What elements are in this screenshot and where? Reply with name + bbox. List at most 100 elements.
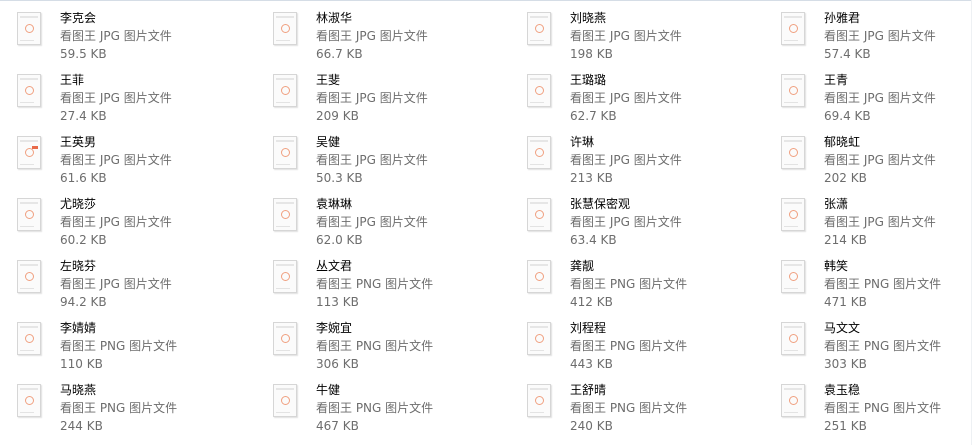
- window-top-border: [0, 0, 972, 1]
- file-name: 马晓燕: [60, 383, 97, 397]
- file-name: 王菲: [60, 73, 85, 87]
- file-size: 66.7 KB: [316, 47, 363, 61]
- file-item[interactable]: 张慧保密观 看图王 JPG 图片文件 63.4 KB: [510, 194, 764, 256]
- file-type: 看图王 JPG 图片文件: [570, 153, 682, 167]
- file-item[interactable]: 王斐 看图王 JPG 图片文件 209 KB: [256, 70, 510, 132]
- file-size: 306 KB: [316, 357, 359, 371]
- file-item[interactable]: 刘程程 看图王 PNG 图片文件 443 KB: [510, 318, 764, 380]
- image-file-thumbnail-icon: [17, 198, 41, 231]
- image-file-thumbnail-icon: [17, 12, 41, 45]
- file-item[interactable]: 李克会 看图王 JPG 图片文件 59.5 KB: [0, 8, 256, 70]
- file-size: 69.4 KB: [824, 109, 871, 123]
- file-type: 看图王 PNG 图片文件: [570, 401, 688, 415]
- file-size: 471 KB: [824, 295, 867, 309]
- file-type: 看图王 PNG 图片文件: [824, 401, 942, 415]
- file-size: 303 KB: [824, 357, 867, 371]
- file-item[interactable]: 王璐璐 看图王 JPG 图片文件 62.7 KB: [510, 70, 764, 132]
- image-file-thumbnail-icon: [273, 136, 297, 169]
- file-item[interactable]: 马晓燕 看图王 PNG 图片文件 244 KB: [0, 380, 256, 442]
- file-item[interactable]: 李婉宜 看图王 PNG 图片文件 306 KB: [256, 318, 510, 380]
- file-name: 李婉宜: [316, 321, 353, 335]
- file-type: 看图王 JPG 图片文件: [824, 153, 936, 167]
- file-size: 27.4 KB: [60, 109, 107, 123]
- file-item[interactable]: 马文文 看图王 PNG 图片文件 303 KB: [764, 318, 972, 380]
- file-name: 王斐: [316, 73, 341, 87]
- file-name: 马文文: [824, 321, 861, 335]
- file-size: 244 KB: [60, 419, 103, 433]
- file-item[interactable]: 王舒晴 看图王 PNG 图片文件 240 KB: [510, 380, 764, 442]
- file-item[interactable]: 韩笑 看图王 PNG 图片文件 471 KB: [764, 256, 972, 318]
- file-item[interactable]: 许琳 看图王 JPG 图片文件 213 KB: [510, 132, 764, 194]
- file-type: 看图王 JPG 图片文件: [316, 91, 428, 105]
- image-file-thumbnail-icon: [781, 198, 805, 231]
- file-item[interactable]: 张潇 看图王 JPG 图片文件 214 KB: [764, 194, 972, 256]
- image-file-thumbnail-icon: [781, 74, 805, 107]
- file-name: 吴健: [316, 135, 341, 149]
- file-item[interactable]: 王英男 看图王 JPG 图片文件 61.6 KB: [0, 132, 256, 194]
- file-name: 王青: [824, 73, 849, 87]
- file-size: 60.2 KB: [60, 233, 107, 247]
- file-type: 看图王 JPG 图片文件: [60, 29, 172, 43]
- image-file-thumbnail-icon: [527, 260, 551, 293]
- file-size: 209 KB: [316, 109, 359, 123]
- file-name: 刘晓燕: [570, 11, 607, 25]
- file-name: 许琳: [570, 135, 595, 149]
- file-name: 林淑华: [316, 11, 353, 25]
- file-size: 57.4 KB: [824, 47, 871, 61]
- image-file-thumbnail-icon: [527, 74, 551, 107]
- file-type: 看图王 JPG 图片文件: [824, 29, 936, 43]
- file-name: 张慧保密观: [570, 197, 631, 211]
- file-type: 看图王 JPG 图片文件: [316, 29, 428, 43]
- file-item[interactable]: 龚靓 看图王 PNG 图片文件 412 KB: [510, 256, 764, 318]
- file-type: 看图王 JPG 图片文件: [570, 215, 682, 229]
- file-type: 看图王 JPG 图片文件: [60, 153, 172, 167]
- file-item[interactable]: 袁玉稳 看图王 PNG 图片文件 251 KB: [764, 380, 972, 442]
- file-type: 看图王 PNG 图片文件: [570, 339, 688, 353]
- file-name: 李克会: [60, 11, 97, 25]
- file-name: 王英男: [60, 135, 97, 149]
- file-item[interactable]: 袁琳琳 看图王 JPG 图片文件 62.0 KB: [256, 194, 510, 256]
- file-type: 看图王 JPG 图片文件: [824, 215, 936, 229]
- file-type: 看图王 PNG 图片文件: [570, 277, 688, 291]
- file-type: 看图王 PNG 图片文件: [60, 401, 178, 415]
- file-size: 110 KB: [60, 357, 103, 371]
- file-item[interactable]: 李婧婧 看图王 PNG 图片文件 110 KB: [0, 318, 256, 380]
- image-file-thumbnail-icon: [273, 260, 297, 293]
- file-size: 94.2 KB: [60, 295, 107, 309]
- image-file-thumbnail-icon: [17, 322, 41, 355]
- image-file-thumbnail-icon: [781, 384, 805, 417]
- file-name: 尤晓莎: [60, 197, 97, 211]
- file-size: 443 KB: [570, 357, 613, 371]
- file-size: 63.4 KB: [570, 233, 617, 247]
- file-type: 看图王 JPG 图片文件: [60, 277, 172, 291]
- file-item[interactable]: 牛健 看图王 PNG 图片文件 467 KB: [256, 380, 510, 442]
- file-name: 王璐璐: [570, 73, 607, 87]
- image-file-thumbnail-icon: [527, 198, 551, 231]
- file-item[interactable]: 王菲 看图王 JPG 图片文件 27.4 KB: [0, 70, 256, 132]
- image-file-thumbnail-icon: [17, 384, 41, 417]
- file-size: 214 KB: [824, 233, 867, 247]
- file-type: 看图王 JPG 图片文件: [824, 91, 936, 105]
- file-item[interactable]: 吴健 看图王 JPG 图片文件 50.3 KB: [256, 132, 510, 194]
- file-item[interactable]: 王青 看图王 JPG 图片文件 69.4 KB: [764, 70, 972, 132]
- file-name: 龚靓: [570, 259, 595, 273]
- file-item[interactable]: 尤晓莎 看图王 JPG 图片文件 60.2 KB: [0, 194, 256, 256]
- file-item[interactable]: 郁晓虹 看图王 JPG 图片文件 202 KB: [764, 132, 972, 194]
- file-item[interactable]: 林淑华 看图王 JPG 图片文件 66.7 KB: [256, 8, 510, 70]
- file-size: 240 KB: [570, 419, 613, 433]
- image-file-thumbnail-icon: [781, 322, 805, 355]
- file-item[interactable]: 孙雅君 看图王 JPG 图片文件 57.4 KB: [764, 8, 972, 70]
- file-name: 袁琳琳: [316, 197, 353, 211]
- image-file-thumbnail-icon: [273, 74, 297, 107]
- image-file-thumbnail-icon: [781, 260, 805, 293]
- file-name: 孙雅君: [824, 11, 861, 25]
- file-type: 看图王 JPG 图片文件: [570, 91, 682, 105]
- file-item[interactable]: 左晓芬 看图王 JPG 图片文件 94.2 KB: [0, 256, 256, 318]
- file-name: 李婧婧: [60, 321, 97, 335]
- file-size: 198 KB: [570, 47, 613, 61]
- file-name: 袁玉稳: [824, 383, 861, 397]
- image-file-thumbnail-icon: [17, 260, 41, 293]
- image-file-thumbnail-icon: [17, 136, 41, 169]
- file-item[interactable]: 丛文君 看图王 PNG 图片文件 113 KB: [256, 256, 510, 318]
- file-item[interactable]: 刘晓燕 看图王 JPG 图片文件 198 KB: [510, 8, 764, 70]
